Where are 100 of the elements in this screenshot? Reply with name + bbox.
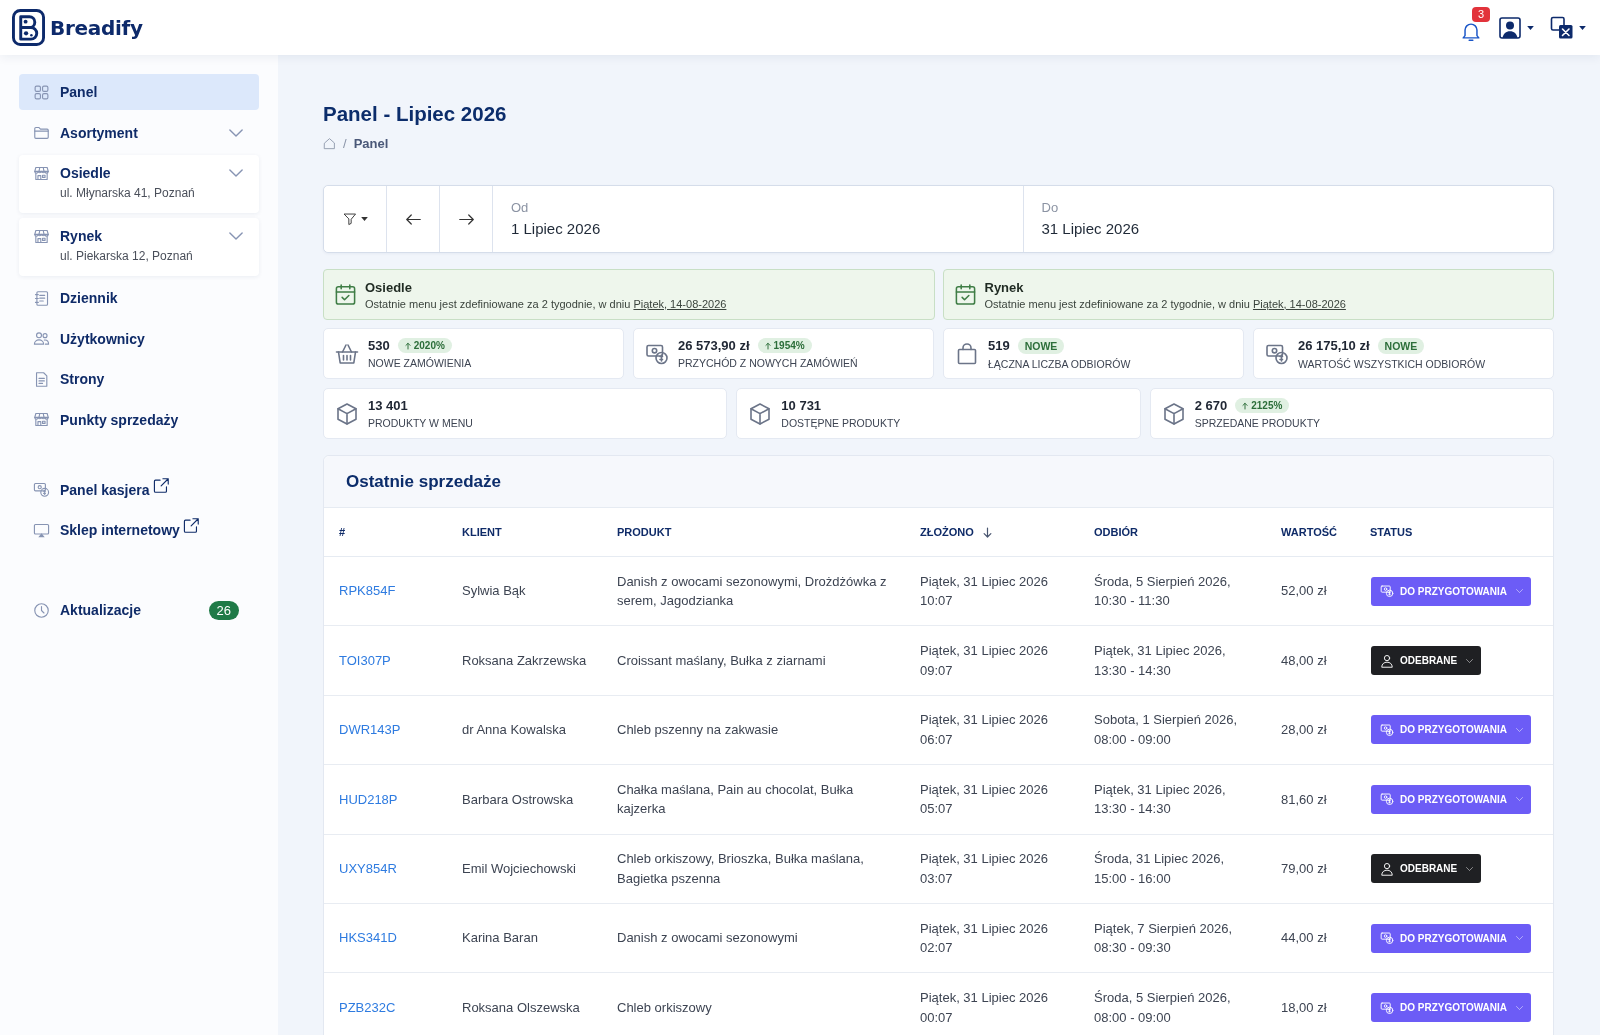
banknote-coin-icon xyxy=(33,481,50,498)
column-header[interactable]: ZŁOŻONO xyxy=(905,526,1079,538)
table-cell-text: Roksana Zakrzewska xyxy=(461,651,588,670)
folder-icon xyxy=(33,124,50,141)
status-button[interactable]: ODEBRANE xyxy=(1371,646,1482,676)
table-cell-text: Piątek, 31 Lipiec 2026 02:07 xyxy=(919,919,1049,958)
document-icon xyxy=(33,370,50,388)
date-from-field[interactable]: Od 1 Lipiec 2026 xyxy=(493,186,1023,252)
sidebar-item[interactable]: Dziennik xyxy=(19,280,259,316)
table-cell-text: 44,00 zł xyxy=(1280,929,1328,948)
filter-button[interactable] xyxy=(324,186,387,252)
storefront-icon xyxy=(33,411,50,428)
stat-value: 2 670 xyxy=(1194,398,1228,413)
table-cell-text: Piątek, 7 Sierpień 2026, 08:30 - 09:30 xyxy=(1093,919,1234,958)
column-header[interactable]: STATUS xyxy=(1355,526,1553,538)
date-link[interactable]: Piątek, 14-08-2026 xyxy=(1252,297,1346,310)
brand-name: Breadify xyxy=(50,15,143,40)
sidebar-item[interactable]: Sklep internetowy xyxy=(19,512,259,548)
status-button[interactable]: DO PRZYGOTOWANIA xyxy=(1371,784,1532,814)
order-link[interactable]: HKS341D xyxy=(339,930,397,946)
user-menu-button[interactable] xyxy=(1498,15,1534,40)
table-cell-text: Piątek, 31 Lipiec 2026 10:07 xyxy=(919,572,1049,611)
arrow-up-icon xyxy=(764,341,771,350)
order-link[interactable]: HUD218P xyxy=(339,791,398,807)
order-link[interactable]: RPK854F xyxy=(339,583,396,599)
field-label: Do xyxy=(1041,200,1060,216)
table-cell-text: Chałka maślana, Pain au chocolat, Bułka kajzerka xyxy=(616,780,855,819)
column-header[interactable]: KLIENT xyxy=(447,526,602,538)
column-header[interactable]: # xyxy=(324,526,447,538)
order-link[interactable]: UXY854R xyxy=(339,861,397,876)
table-cell-text: Danish z owocami sezonowymi, Drożdżówka z serem, Jagodzianka xyxy=(616,572,888,611)
sidebar-item[interactable]: Panel kasjera xyxy=(19,471,259,508)
alert-title: Osiedle xyxy=(365,279,413,295)
table-cell-text: dr Anna Kowalska xyxy=(461,721,568,740)
table-cell-text: Karina Baran xyxy=(461,929,539,948)
table-cell-text: Piątek, 31 Lipiec 2026, 13:30 - 14:30 xyxy=(1093,780,1227,819)
sidebar-item[interactable]: Użytkownicy xyxy=(19,320,259,357)
stat-label: SPRZEDANE PRODUKTY xyxy=(1194,417,1321,429)
date-link[interactable]: Piątek, 14-08-2026 xyxy=(633,297,727,310)
change-text: 2020% xyxy=(413,340,445,351)
sidebar-item[interactable]: Rynek ul. Piekarska 12, Poznań xyxy=(19,217,259,276)
arrow-down-icon xyxy=(982,526,992,538)
order-link[interactable]: DWR143P xyxy=(339,722,401,738)
table-cell-text: Barbara Ostrowska xyxy=(461,790,575,809)
storefront-icon xyxy=(33,227,50,245)
arrow-right-icon xyxy=(458,213,474,225)
sidebar-item[interactable]: Aktualizacje 26 xyxy=(19,592,259,628)
sidebar-item[interactable]: Panel xyxy=(19,74,259,110)
column-header[interactable]: PRODUKT xyxy=(602,526,905,538)
address-text: ul. Młynarska 41, Poznań xyxy=(60,185,195,201)
sidebar-item[interactable]: Asortyment xyxy=(19,114,259,151)
alert-title: Rynek xyxy=(984,279,1025,295)
stat-value: 13 401 xyxy=(368,398,408,413)
banknote-coin-icon xyxy=(1380,584,1394,599)
person-icon xyxy=(1380,653,1394,668)
column-header[interactable]: WARTOŚĆ xyxy=(1266,526,1355,538)
status-button[interactable]: DO PRZYGOTOWANIA xyxy=(1371,923,1532,953)
stat-value: 530 xyxy=(368,338,390,353)
status-button[interactable]: DO PRZYGOTOWANIA xyxy=(1371,576,1532,606)
next-button[interactable] xyxy=(440,186,493,252)
status-button[interactable]: ODEBRANE xyxy=(1371,854,1482,884)
sidebar-item[interactable]: Osiedle ul. Młynarska 41, Poznań xyxy=(19,155,259,213)
language-button[interactable] xyxy=(1550,15,1586,40)
count-badge: 26 xyxy=(208,600,239,620)
external-link-icon xyxy=(182,517,200,534)
translate-icon xyxy=(1550,15,1574,40)
status-button[interactable]: DO PRZYGOTOWANIA xyxy=(1371,993,1532,1023)
status-button[interactable]: DO PRZYGOTOWANIA xyxy=(1371,715,1532,745)
stat-value: 26 573,90 zł xyxy=(678,338,750,353)
chevron-down-icon xyxy=(1516,727,1524,732)
avatar-icon xyxy=(1498,15,1522,40)
storefront-icon xyxy=(33,165,50,182)
table-cell-text: Emil Wojciechowski xyxy=(461,860,577,878)
change-text: 2125% xyxy=(1251,400,1283,411)
order-link[interactable]: PZB232C xyxy=(339,999,396,1015)
filter-icon xyxy=(342,212,357,226)
monitor-icon xyxy=(33,521,50,539)
order-link[interactable]: TOI307P xyxy=(339,652,391,668)
table-cell-text: Chleb pszenny na zakwasie xyxy=(616,721,780,740)
table-cell-text: Piątek, 31 Lipiec 2026 09:07 xyxy=(919,642,1049,680)
basket-icon xyxy=(335,341,359,366)
section-title: Ostatnie sprzedaże xyxy=(346,471,501,492)
table-cell-text: Środa, 5 Sierpień 2026, 10:30 - 11:30 xyxy=(1093,572,1232,611)
sidebar-item[interactable]: Strony xyxy=(19,361,259,397)
grid-icon xyxy=(33,83,50,101)
shopping-bag-icon xyxy=(955,341,979,366)
sidebar-item[interactable]: Punkty sprzedaży xyxy=(19,401,259,438)
column-header[interactable]: ODBIÓR xyxy=(1079,526,1266,538)
address-text: ul. Piekarska 12, Poznań xyxy=(60,247,193,264)
date-to-field[interactable]: Do 31 Lipiec 2026 xyxy=(1022,186,1553,252)
stat-label: NOWE ZAMÓWIENIA xyxy=(368,357,472,369)
table-cell-text: Piątek, 31 Lipiec 2026 06:07 xyxy=(919,711,1049,749)
table-cell-text: Piątek, 31 Lipiec 2026, 13:30 - 14:30 xyxy=(1093,642,1227,680)
table-cell-text: Piątek, 31 Lipiec 2026 03:07 xyxy=(919,850,1049,888)
stat-label: WARTOŚĆ WSZYSTKICH ODBIORÓW xyxy=(1298,357,1486,370)
field-label: Od xyxy=(511,200,530,216)
previous-button[interactable] xyxy=(387,186,440,252)
notification-badge: 3 xyxy=(1472,6,1490,22)
home-icon[interactable] xyxy=(323,136,336,150)
table-cell-text: Croissant maślany, Bułka z ziarnami xyxy=(616,651,827,670)
